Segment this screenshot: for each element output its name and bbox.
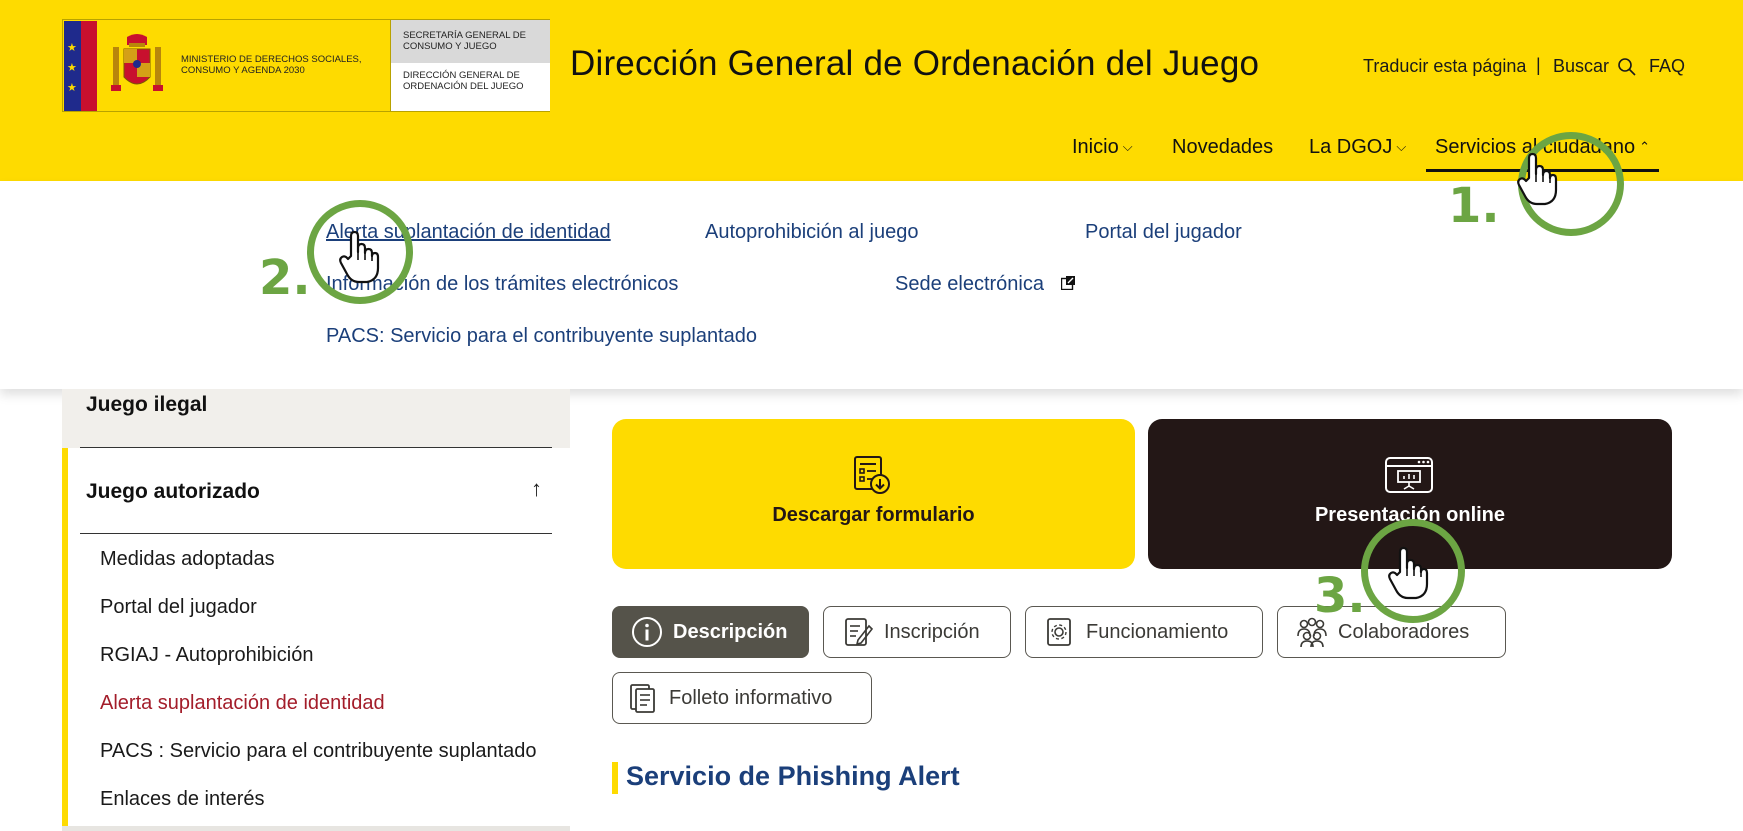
download-form-label: Descargar formulario (772, 504, 975, 526)
brochure-icon (630, 684, 655, 713)
info-icon (632, 617, 662, 647)
arrow-up-icon[interactable]: ↑ (531, 476, 542, 502)
chevron-down-icon: ⌵ (1122, 139, 1133, 154)
site-title[interactable]: Dirección General de Ordenación del Jueg… (570, 44, 1259, 84)
tab-descripcion[interactable]: Descripción (612, 606, 809, 658)
sidebar-illegal-section[interactable]: Juego ilegal (62, 389, 570, 448)
translate-link[interactable]: Traducir esta página (1363, 56, 1526, 77)
tab-descripcion-label: Descripción (673, 620, 788, 643)
section-title-accent (612, 762, 618, 794)
chevron-up-icon: ⌃ (1639, 139, 1651, 154)
utility-separator: | (1536, 55, 1541, 75)
search-icon[interactable] (1617, 57, 1637, 77)
direccion-block: DIRECCIÓN GENERAL DE ORDENACIÓN DEL JUEG… (390, 63, 550, 111)
sidebar-heading-juego-ilegal: Juego ilegal (86, 393, 208, 416)
chevron-down-icon: ⌵ (1396, 139, 1407, 154)
sidebar-heading-juego-autorizado[interactable]: Juego autorizado (86, 480, 260, 504)
tab-funcionamiento-label: Funcionamiento (1086, 620, 1229, 643)
download-form-card[interactable]: Descargar formulario (612, 419, 1135, 569)
external-link-icon (1061, 276, 1075, 290)
pointer-hand-icon (1388, 546, 1429, 600)
nav-novedades-label: Novedades (1172, 136, 1274, 158)
download-form-icon (854, 456, 890, 494)
nav-la-dgoj-label: La DGOJ (1309, 136, 1393, 158)
step-3-label: 3. (1314, 568, 1366, 624)
tab-folleto[interactable]: Folleto informativo (612, 672, 872, 724)
tab-inscripcion[interactable]: Inscripción (823, 606, 1011, 658)
tab-inscripcion-label: Inscripción (884, 620, 980, 643)
nav-inicio-label: Inicio (1072, 136, 1119, 158)
presentation-screen-icon (1385, 457, 1433, 493)
form-icon (845, 618, 874, 646)
tab-folleto-label: Folleto informativo (669, 686, 833, 709)
government-logo[interactable]: ★ ★ ★ MINISTERIO DE DERECHOS SOCIALES, C… (62, 19, 550, 112)
step-2-label: 2. (259, 250, 311, 306)
step-1-label: 1. (1448, 178, 1500, 234)
dropdown-link-autoprohibicion[interactable]: Autoprohibición al juego (705, 221, 919, 244)
site-header: ★ ★ ★ MINISTERIO DE DERECHOS SOCIALES, C… (0, 0, 1743, 181)
eu-spain-flag: ★ ★ ★ (64, 21, 97, 111)
sidebar-item-medidas-adoptadas[interactable]: Medidas adoptadas (100, 548, 275, 571)
pointer-hand-icon (1517, 152, 1558, 206)
secretaria-name: SECRETARÍA GENERAL DE CONSUMO Y JUEGO (403, 30, 527, 52)
search-link[interactable]: Buscar (1553, 56, 1609, 77)
dropdown-link-sede-electronica[interactable]: Sede electrónica (895, 273, 1044, 296)
tab-funcionamiento[interactable]: Funcionamiento (1025, 606, 1263, 658)
faq-link[interactable]: FAQ (1649, 56, 1685, 77)
nav-inicio[interactable]: Inicio ⌵ (1072, 136, 1133, 159)
gear-document-icon (1047, 618, 1071, 646)
divider (80, 533, 552, 534)
sidebar-item-pacs[interactable]: PACS : Servicio para el contribuyente su… (100, 740, 537, 763)
ministry-name: MINISTERIO DE DERECHOS SOCIALES, CONSUMO… (181, 54, 362, 76)
sidebar-active-accent (62, 448, 68, 831)
section-title: Servicio de Phishing Alert (626, 761, 960, 791)
sidebar-item-portal-jugador[interactable]: Portal del jugador (100, 596, 257, 619)
secretaria-block: SECRETARÍA GENERAL DE CONSUMO Y JUEGO (390, 20, 550, 63)
dropdown-link-pacs[interactable]: PACS: Servicio para el contribuyente sup… (326, 325, 757, 348)
sidebar-bottom-edge (62, 826, 570, 831)
sidebar-item-rgiaj[interactable]: RGIAJ - Autoprohibición (100, 644, 313, 667)
sidebar-item-enlaces[interactable]: Enlaces de interés (100, 788, 265, 811)
direccion-name: DIRECCIÓN GENERAL DE ORDENACIÓN DEL JUEG… (403, 70, 524, 92)
nav-novedades[interactable]: Novedades (1172, 136, 1273, 159)
pointer-hand-icon (339, 230, 380, 284)
coat-of-arms-icon (111, 34, 163, 91)
sidebar-item-alerta-suplantacion[interactable]: Alerta suplantación de identidad (100, 692, 385, 715)
divider (80, 447, 552, 448)
dropdown-link-portal-jugador[interactable]: Portal del jugador (1085, 221, 1242, 244)
nav-la-dgoj[interactable]: La DGOJ ⌵ (1309, 136, 1406, 159)
